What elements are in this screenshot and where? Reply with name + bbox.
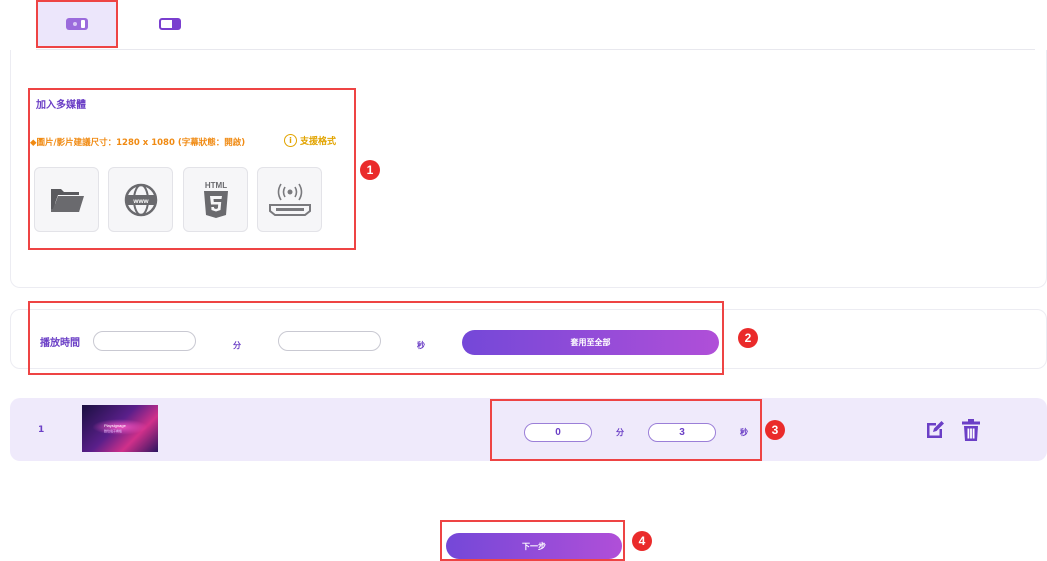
info-icon: i bbox=[284, 134, 297, 147]
playtime-label: 播放時間 bbox=[40, 338, 80, 349]
apply-to-all-button[interactable]: 套用至全部 bbox=[462, 330, 719, 355]
minutes-input[interactable] bbox=[93, 331, 196, 351]
minutes-unit: 分 bbox=[233, 341, 241, 350]
item-index: 1 bbox=[38, 425, 45, 435]
marker-4: 4 bbox=[632, 531, 652, 551]
hdmi-stream-icon bbox=[268, 183, 311, 216]
tab-layout-split[interactable] bbox=[140, 0, 200, 48]
item-thumbnail: Playsignage 數位電子看板 bbox=[82, 405, 158, 452]
svg-text:www: www bbox=[132, 198, 149, 205]
media-size-hint: ◆圖片/影片建議尺寸：1280 x 1080 (字幕狀態：開啟) bbox=[30, 138, 246, 148]
seconds-input[interactable] bbox=[278, 331, 381, 351]
edit-button[interactable] bbox=[924, 418, 946, 442]
html5-icon: HTML bbox=[203, 181, 228, 218]
item-seconds-unit: 秒 bbox=[740, 428, 748, 437]
item-minutes-input[interactable] bbox=[524, 423, 592, 442]
svg-text:HTML: HTML bbox=[204, 181, 226, 190]
supported-formats-label: 支援格式 bbox=[300, 137, 337, 147]
add-stream-button[interactable] bbox=[257, 167, 322, 232]
thumbnail-subtitle: 數位電子看板 bbox=[104, 429, 123, 433]
layout-split-icon bbox=[159, 18, 181, 30]
marker-2: 2 bbox=[738, 328, 758, 348]
item-minutes-unit: 分 bbox=[616, 428, 624, 437]
supported-formats-link[interactable]: i 支援格式 bbox=[284, 134, 336, 147]
seconds-unit: 秒 bbox=[417, 341, 425, 350]
layout-tabs bbox=[0, 0, 1035, 50]
layout-full-icon bbox=[66, 18, 88, 30]
add-url-button[interactable]: www bbox=[108, 167, 173, 232]
item-seconds-input[interactable] bbox=[648, 423, 716, 442]
folder-icon bbox=[50, 188, 84, 212]
next-step-button[interactable]: 下一步 bbox=[446, 533, 622, 559]
marker-3: 3 bbox=[765, 420, 785, 440]
add-html5-button[interactable]: HTML bbox=[183, 167, 248, 232]
edit-icon bbox=[927, 421, 944, 438]
thumbnail-title: Playsignage bbox=[104, 423, 126, 428]
web-url-icon: www bbox=[124, 183, 157, 216]
tab-layout-full[interactable] bbox=[36, 0, 118, 48]
delete-button[interactable] bbox=[960, 418, 982, 442]
marker-1: 1 bbox=[360, 160, 380, 180]
add-file-button[interactable] bbox=[34, 167, 99, 232]
media-title: 加入多媒體 bbox=[36, 100, 86, 111]
trash-icon bbox=[962, 419, 980, 441]
